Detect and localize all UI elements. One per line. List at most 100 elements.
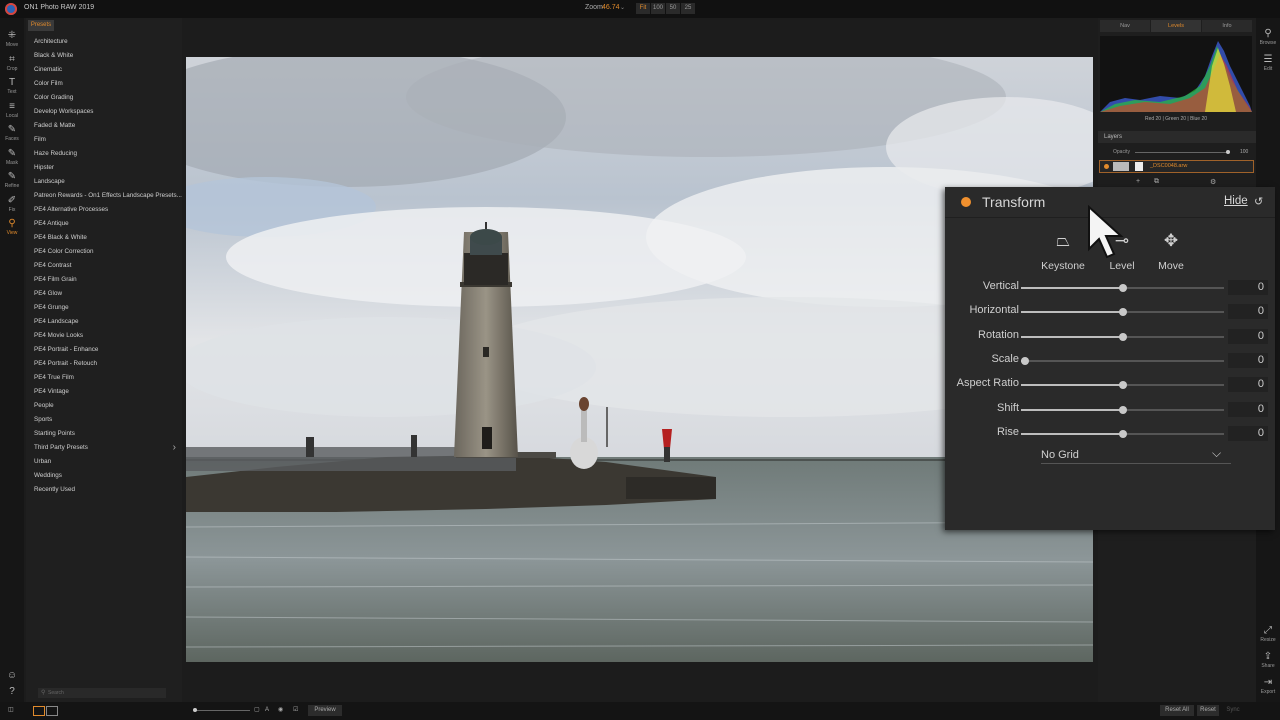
tool-mask[interactable]: ✎ Mask	[0, 148, 24, 166]
preset-category[interactable]: PE4 Contrast	[26, 259, 182, 273]
slider-value-input[interactable]: 0	[1228, 425, 1268, 441]
reset-all-button[interactable]: Reset All	[1160, 705, 1194, 716]
slider-scale[interactable]	[1021, 359, 1224, 362]
layer-mask-icon[interactable]	[1135, 162, 1143, 171]
thumb-size-knob[interactable]	[193, 708, 197, 712]
preset-category[interactable]: Cinematic	[26, 63, 182, 77]
preview-button[interactable]: Preview	[308, 705, 342, 716]
slider-knob[interactable]	[1118, 381, 1127, 390]
layer-settings-icon[interactable]: ⚙	[1210, 178, 1216, 186]
zoom-50-button[interactable]: 50	[666, 3, 680, 14]
preset-category[interactable]: Starting Points	[26, 427, 182, 441]
module-resize[interactable]: ⤢ Resize	[1256, 625, 1280, 643]
grid-select[interactable]: No Grid	[1041, 447, 1231, 464]
preset-category[interactable]: Black & White	[26, 49, 182, 63]
slider-value-input[interactable]: 0	[1228, 352, 1268, 368]
preset-category[interactable]: PE4 Color Correction	[26, 245, 182, 259]
slider-value-input[interactable]: 0	[1228, 401, 1268, 417]
tool-refine[interactable]: ✎ Refine	[0, 171, 24, 189]
zoom-dropdown-icon[interactable]: ⌄	[620, 4, 625, 11]
help-icon[interactable]: ?	[0, 686, 24, 698]
transform-toggle[interactable]	[961, 197, 971, 207]
single-view-icon[interactable]	[33, 706, 45, 716]
preset-category[interactable]: PE4 True Film	[26, 371, 182, 385]
preset-category[interactable]: PE4 Black & White	[26, 231, 182, 245]
preset-category[interactable]: Faded & Matte	[26, 119, 182, 133]
layer-visibility-icon[interactable]	[1104, 164, 1109, 169]
preset-category[interactable]: PE4 Movie Looks	[26, 329, 182, 343]
preset-category[interactable]: Landscape	[26, 175, 182, 189]
module-edit[interactable]: ☰ Edit	[1256, 54, 1280, 72]
preset-category[interactable]: PE4 Antique	[26, 217, 182, 231]
slider-value-input[interactable]: 0	[1228, 377, 1268, 393]
slider-knob[interactable]	[1118, 332, 1127, 341]
preset-category[interactable]: PE4 Landscape	[26, 315, 182, 329]
soft-proof-icon[interactable]: ☑	[293, 705, 298, 716]
preset-category[interactable]: PE4 Film Grain	[26, 273, 182, 287]
preset-category[interactable]: Color Grading	[26, 91, 182, 105]
reset-button[interactable]: Reset	[1197, 705, 1219, 716]
module-browse[interactable]: ⚲ Browse	[1256, 28, 1280, 46]
duplicate-layer-icon[interactable]: ⧉	[1154, 178, 1159, 186]
slider-knob[interactable]	[1118, 429, 1127, 438]
preset-category[interactable]: Third Party Presets	[26, 441, 182, 455]
compare-view-icon[interactable]	[46, 706, 58, 716]
search-input[interactable]: Search	[38, 688, 166, 698]
preset-category[interactable]: Haze Reducing	[26, 147, 182, 161]
preset-category[interactable]: People	[26, 399, 182, 413]
mask-view-icon[interactable]: ◉	[278, 705, 283, 716]
slider-knob[interactable]	[1021, 356, 1030, 365]
tool-fix[interactable]: ✐ Fix	[0, 195, 24, 213]
module-export[interactable]: ⇥ Export	[1256, 677, 1280, 695]
reset-icon[interactable]: ↺	[1254, 195, 1263, 208]
slider-value-input[interactable]: 0	[1228, 304, 1268, 320]
slider-value-input[interactable]: 0	[1228, 328, 1268, 344]
slider-knob[interactable]	[1118, 308, 1127, 317]
slider-value-input[interactable]: 0	[1228, 280, 1268, 295]
tool-view[interactable]: ⚲ View	[0, 218, 24, 236]
preset-category[interactable]: PE4 Grunge	[26, 301, 182, 315]
chevron-down-icon[interactable]: ⌵	[1212, 446, 1221, 461]
thumb-size-slider[interactable]	[195, 710, 250, 711]
zoom-25-button[interactable]: 25	[681, 3, 695, 14]
tool-faces[interactable]: ✎ Faces	[0, 124, 24, 142]
zoom-100-button[interactable]: 100	[651, 3, 665, 14]
preset-category[interactable]: PE4 Alternative Processes	[26, 203, 182, 217]
module-share[interactable]: ⇪ Share	[1256, 651, 1280, 669]
opacity-slider-knob[interactable]	[1226, 150, 1230, 154]
add-layer-icon[interactable]: +	[1136, 178, 1140, 185]
text-overlay-icon[interactable]: A	[265, 705, 269, 716]
mode-keystone[interactable]: ⏢ Keystone	[1033, 230, 1093, 272]
presets-tab[interactable]: Presets	[28, 20, 54, 31]
tab-levels[interactable]: Levels	[1151, 20, 1201, 32]
layers-header[interactable]: Layers	[1098, 131, 1256, 143]
preset-category[interactable]: PE4 Glow	[26, 287, 182, 301]
preset-category[interactable]: PE4 Vintage	[26, 385, 182, 399]
preset-category[interactable]: Recently Used	[26, 483, 182, 497]
tool-move[interactable]: ⁜ Move	[0, 30, 24, 48]
zoom-fit-button[interactable]: Fit	[636, 3, 650, 14]
user-icon[interactable]: ☺	[0, 670, 24, 682]
frame-icon[interactable]: ▢	[254, 705, 260, 716]
preset-category[interactable]: Hipster	[26, 161, 182, 175]
preset-category[interactable]: PE4 Portrait - Enhance	[26, 343, 182, 357]
hide-button[interactable]: Hide	[1224, 195, 1248, 207]
preset-category[interactable]: Patreon Rewards - On1 Effects Landscape …	[26, 189, 182, 203]
zoom-value[interactable]: 46.74	[602, 4, 620, 11]
preset-category[interactable]: Color Film	[26, 77, 182, 91]
slider-knob[interactable]	[1118, 405, 1127, 414]
tool-text[interactable]: T Text	[0, 77, 24, 95]
preset-category[interactable]: Architecture	[26, 35, 182, 49]
preset-category[interactable]: Develop Workspaces	[26, 105, 182, 119]
tab-info[interactable]: Info	[1202, 20, 1252, 32]
opacity-slider[interactable]	[1135, 152, 1227, 153]
preset-category[interactable]: Sports	[26, 413, 182, 427]
panel-toggle-icon[interactable]: ◫	[8, 705, 14, 716]
preset-category[interactable]: Film	[26, 133, 182, 147]
preset-category[interactable]: PE4 Portrait - Retouch	[26, 357, 182, 371]
preset-category[interactable]: Weddings	[26, 469, 182, 483]
tool-local[interactable]: ≡ Local	[0, 101, 24, 119]
mode-move[interactable]: ✥ Move	[1141, 230, 1201, 272]
tab-nav[interactable]: Nav	[1100, 20, 1150, 32]
preset-category[interactable]: Urban	[26, 455, 182, 469]
